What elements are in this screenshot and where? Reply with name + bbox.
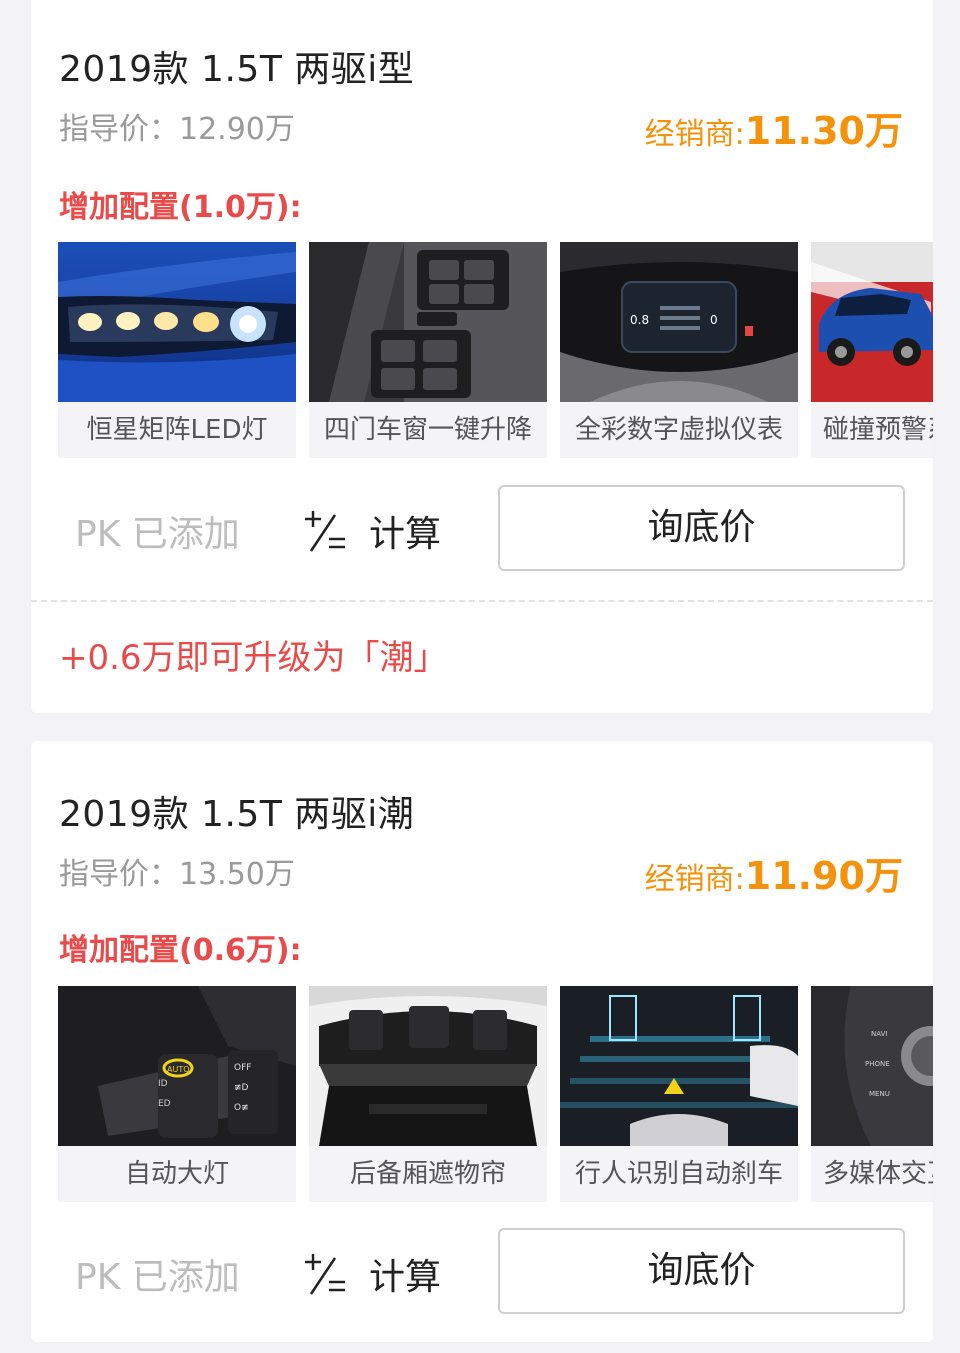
feature-card[interactable]: 恒星矩阵LED灯: [58, 242, 296, 458]
divider: [31, 600, 933, 602]
svg-text:≢D: ≢D: [234, 1083, 249, 1093]
feature-card[interactable]: 行人识别自动刹车: [560, 986, 798, 1202]
svg-text:0.8: 0.8: [630, 313, 649, 327]
dealer-price: 经销商:11.90万: [645, 845, 903, 900]
plus-minus-icon: [303, 1252, 347, 1296]
suv-image: [811, 242, 933, 402]
feature-label: 恒星矩阵LED灯: [86, 415, 268, 445]
feature-card[interactable]: 0.8 0 全彩数字虚拟仪表: [560, 242, 798, 458]
dealer-price: 经销商:11.30万: [645, 100, 903, 155]
feature-card[interactable]: 后备厢遮物帘: [309, 986, 547, 1202]
feature-label: 后备厢遮物帘: [349, 1159, 506, 1189]
feature-card[interactable]: AUTO ID ED OFF ≢D O≢ 自动大灯: [58, 986, 296, 1202]
digital-cluster-image: 0.8 0: [560, 242, 798, 402]
plus-minus-icon: [303, 509, 347, 553]
feature-label: 碰撞预警系统: [823, 415, 933, 445]
window-switch-image: [309, 242, 547, 402]
calculate-button[interactable]: 计算: [303, 505, 441, 557]
svg-text:PHONE: PHONE: [865, 1060, 890, 1068]
feature-label: 自动大灯: [124, 1159, 229, 1189]
feature-label: 四门车窗一键升降: [323, 415, 532, 445]
svg-text:O≢: O≢: [234, 1103, 249, 1113]
added-config-label: 增加配置(0.6万):: [59, 933, 302, 968]
svg-text:ED: ED: [158, 1099, 171, 1109]
dealer-price-value: 11.30万: [744, 109, 903, 153]
feature-label: 行人识别自动刹车: [574, 1159, 783, 1189]
calculate-button[interactable]: 计算: [303, 1248, 441, 1300]
model-title: 2019款 1.5T 两驱i型: [59, 49, 415, 90]
guide-price: 指导价：12.90万: [59, 112, 295, 147]
svg-text:OFF: OFF: [234, 1063, 251, 1073]
headlight-image: [58, 242, 296, 402]
trim-card: 2019款 1.5T 两驱i型 指导价：12.90万 经销商:11.30万 增加…: [31, 0, 933, 713]
feature-carousel[interactable]: AUTO ID ED OFF ≢D O≢ 自动大灯 后备厢遮物帘 行人识别自动刹…: [58, 986, 933, 1202]
action-bar: PK 已添加 计算 询底价: [31, 1228, 933, 1316]
added-config-label: 增加配置(1.0万):: [59, 190, 302, 225]
ask-lowest-price-button[interactable]: 询底价: [498, 1228, 905, 1314]
feature-card[interactable]: 四门车窗一键升降: [309, 242, 547, 458]
upgrade-link[interactable]: +0.6万即可升级为「潮」: [59, 630, 448, 679]
trunk-cover-image: [309, 986, 547, 1146]
feature-card[interactable]: 碰撞预警系统: [811, 242, 933, 458]
pk-added-button[interactable]: PK 已添加: [75, 505, 240, 557]
svg-text:NAVI: NAVI: [871, 1030, 887, 1038]
calculate-label: 计算: [369, 1257, 442, 1298]
calculate-label: 计算: [369, 514, 442, 555]
pk-added-button[interactable]: PK 已添加: [75, 1248, 240, 1300]
ask-lowest-price-button[interactable]: 询底价: [498, 485, 905, 571]
guide-price: 指导价：13.50万: [59, 857, 295, 892]
light-stalk-image: AUTO ID ED OFF ≢D O≢: [58, 986, 296, 1146]
dealer-label: 经销商:: [644, 862, 745, 897]
multimedia-knob-image: NAVI PHONE MENU: [811, 986, 933, 1146]
model-title: 2019款 1.5T 两驱i潮: [59, 794, 415, 835]
feature-card[interactable]: NAVI PHONE MENU 多媒体交互: [811, 986, 933, 1202]
svg-text:ID: ID: [158, 1079, 168, 1089]
dealer-label: 经销商:: [644, 117, 745, 152]
svg-text:AUTO: AUTO: [167, 1065, 190, 1074]
svg-text:0: 0: [710, 313, 718, 327]
dealer-price-value: 11.90万: [744, 854, 903, 898]
feature-carousel[interactable]: 恒星矩阵LED灯 四门车窗一键升降 0.8 0 全彩数字虚拟仪表 碰撞预警: [58, 242, 933, 458]
feature-label: 全彩数字虚拟仪表: [574, 415, 783, 445]
pedestrian-detection-image: [560, 986, 798, 1146]
action-bar: PK 已添加 计算 询底价: [31, 485, 933, 573]
trim-card: 2019款 1.5T 两驱i潮 指导价：13.50万 经销商:11.90万 增加…: [31, 741, 933, 1342]
svg-text:MENU: MENU: [869, 1090, 890, 1098]
feature-label: 多媒体交互: [823, 1159, 933, 1189]
